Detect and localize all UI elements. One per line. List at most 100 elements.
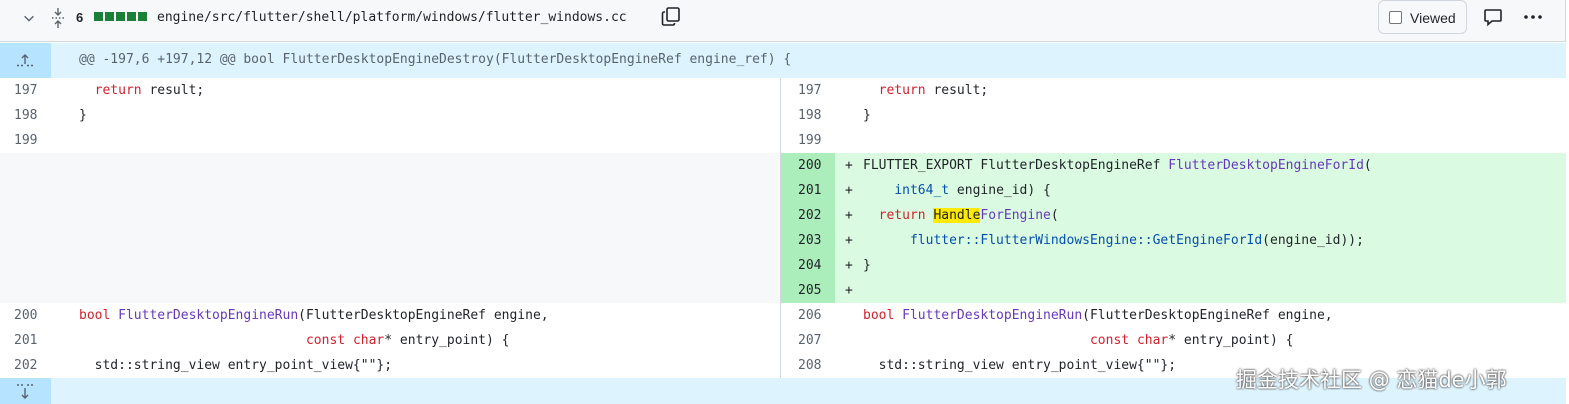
expand-up-icon <box>17 54 33 67</box>
keyword: char <box>352 333 385 348</box>
function-name: FlutterDesktopEngineForId <box>1168 158 1364 173</box>
added-marker: + <box>845 258 853 273</box>
function-name: ForEngine <box>980 208 1051 223</box>
function-name: flutter::FlutterWindowsEngine::GetEngine… <box>909 233 1263 248</box>
code-line: } <box>79 108 87 123</box>
expand-up-button[interactable] <box>0 43 51 78</box>
hunk-header: @@ -197,6 +197,12 @@ bool FlutterDesktop… <box>0 43 1566 78</box>
code-line: bool FlutterDesktopEngineRun(FlutterDesk… <box>79 303 549 328</box>
expand-down-icon <box>17 384 33 399</box>
diffstat-block <box>116 12 125 21</box>
viewed-toggle[interactable]: Viewed <box>1378 0 1467 34</box>
diff-row: 201 const char* entry_point) { 207 const… <box>0 328 1566 353</box>
code-line: FLUTTER_EXPORT FlutterDesktopEngineRef F… <box>863 153 1372 178</box>
chevron-down-icon[interactable] <box>22 11 36 25</box>
added-marker: + <box>845 183 853 198</box>
line-number-right[interactable]: 197 <box>798 78 821 103</box>
code-text: (FlutterDesktopEngineRef engine, <box>1082 308 1333 323</box>
code-text: std::string_view entry_point_view{""}; <box>878 358 1177 373</box>
keyword: bool <box>863 308 895 323</box>
diff-row: 198 } 198 } <box>0 103 1566 128</box>
code-line: bool FlutterDesktopEngineRun(FlutterDesk… <box>863 303 1333 328</box>
diff-row-added: 202 + return HandleForEngine( <box>0 203 1566 228</box>
keyword: return <box>94 83 142 98</box>
code-line: } <box>863 258 871 273</box>
file-header: 6 engine/src/flutter/shell/platform/wind… <box>0 0 1566 42</box>
hunk-header-text: @@ -197,6 +197,12 @@ bool FlutterDesktop… <box>79 52 792 67</box>
diffstat-block <box>94 12 103 21</box>
code-text: result; <box>925 83 989 98</box>
line-number-left[interactable]: 197 <box>14 78 37 103</box>
line-number-right[interactable]: 204 <box>798 253 821 278</box>
kebab-more-icon[interactable] <box>1522 7 1544 27</box>
line-number-right[interactable]: 200 <box>798 153 821 178</box>
line-number-left[interactable]: 201 <box>14 328 37 353</box>
added-marker: + <box>845 158 853 173</box>
added-marker: + <box>845 208 853 223</box>
diff-row: 199 199 <box>0 128 1566 153</box>
line-number-right[interactable]: 202 <box>798 203 821 228</box>
code-text: (engine_id)); <box>1262 233 1364 248</box>
line-number-right[interactable]: 201 <box>798 178 821 203</box>
line-number-left[interactable]: 202 <box>14 353 37 378</box>
diff-row-added: 200 + FLUTTER_EXPORT FlutterDesktopEngin… <box>0 153 1566 178</box>
code-line: return result; <box>79 78 205 103</box>
keyword: return <box>878 208 926 223</box>
keyword: char <box>1136 333 1169 348</box>
code-line: const char* entry_point) { <box>863 328 1294 353</box>
line-number-right[interactable]: 206 <box>798 303 821 328</box>
function-name: FlutterDesktopEngineRun <box>902 308 1083 323</box>
line-number-right[interactable]: 205 <box>798 278 821 303</box>
viewed-checkbox[interactable] <box>1389 11 1402 24</box>
line-number-left[interactable]: 198 <box>14 103 37 128</box>
function-name: FlutterDesktopEngineRun <box>118 308 299 323</box>
type-name: int64_t <box>894 183 950 198</box>
viewed-label: Viewed <box>1410 10 1456 26</box>
code-text: engine_id) { <box>949 183 1051 198</box>
line-number-right[interactable]: 203 <box>798 228 821 253</box>
copy-icon[interactable] <box>660 5 682 27</box>
code-line: return result; <box>863 78 989 103</box>
diff-row: 200 bool FlutterDesktopEngineRun(Flutter… <box>0 303 1566 328</box>
diff-row: 197 return result; 197 return result; <box>0 78 1566 103</box>
search-highlight: Handle <box>933 208 981 223</box>
code-text: * entry_point) { <box>1168 333 1294 348</box>
watermark: 掘金技术社区 @ 恋猫de小郭 <box>1236 368 1507 392</box>
code-line: int64_t engine_id) { <box>863 178 1051 203</box>
line-number-left[interactable]: 199 <box>14 128 37 153</box>
line-number-right[interactable]: 198 <box>798 103 821 128</box>
diff-row-added: 204 + } <box>0 253 1566 278</box>
code-text: result; <box>141 83 205 98</box>
diffstat-bars <box>94 12 147 22</box>
line-number-right[interactable]: 199 <box>798 128 821 153</box>
code-line: const char* entry_point) { <box>79 328 510 353</box>
diff-row-added: 203 + flutter::FlutterWindowsEngine::Get… <box>0 228 1566 253</box>
diffstat-block <box>127 12 136 21</box>
keyword: return <box>878 83 926 98</box>
keyword: const <box>1089 333 1130 348</box>
code-text: std::string_view entry_point_view{""}; <box>94 358 393 373</box>
expand-down-button[interactable] <box>0 378 51 404</box>
line-number-right[interactable]: 208 <box>798 353 821 378</box>
code-line: std::string_view entry_point_view{""}; <box>863 353 1176 378</box>
comment-icon[interactable] <box>1483 7 1503 27</box>
code-text: (FlutterDesktopEngineRef engine, <box>298 308 549 323</box>
expand-all-icon[interactable] <box>50 7 66 29</box>
changes-count: 6 <box>76 10 84 25</box>
code-text: FLUTTER_EXPORT FlutterDesktopEngineRef <box>863 158 1169 173</box>
added-marker: + <box>845 283 853 298</box>
code-text: ( <box>1363 158 1372 173</box>
code-line: } <box>863 108 871 123</box>
diffstat-block <box>105 12 114 21</box>
code-line: return HandleForEngine( <box>863 203 1059 228</box>
code-line: flutter::FlutterWindowsEngine::GetEngine… <box>863 228 1364 253</box>
diff-row-added: 205 + <box>0 278 1566 303</box>
code-text: * entry_point) { <box>384 333 510 348</box>
added-marker: + <box>845 233 853 248</box>
line-number-right[interactable]: 207 <box>798 328 821 353</box>
diffstat-block <box>138 12 147 21</box>
line-number-left[interactable]: 200 <box>14 303 37 328</box>
file-path-link[interactable]: engine/src/flutter/shell/platform/window… <box>157 10 627 25</box>
keyword: const <box>305 333 346 348</box>
code-text: ( <box>1050 208 1059 223</box>
